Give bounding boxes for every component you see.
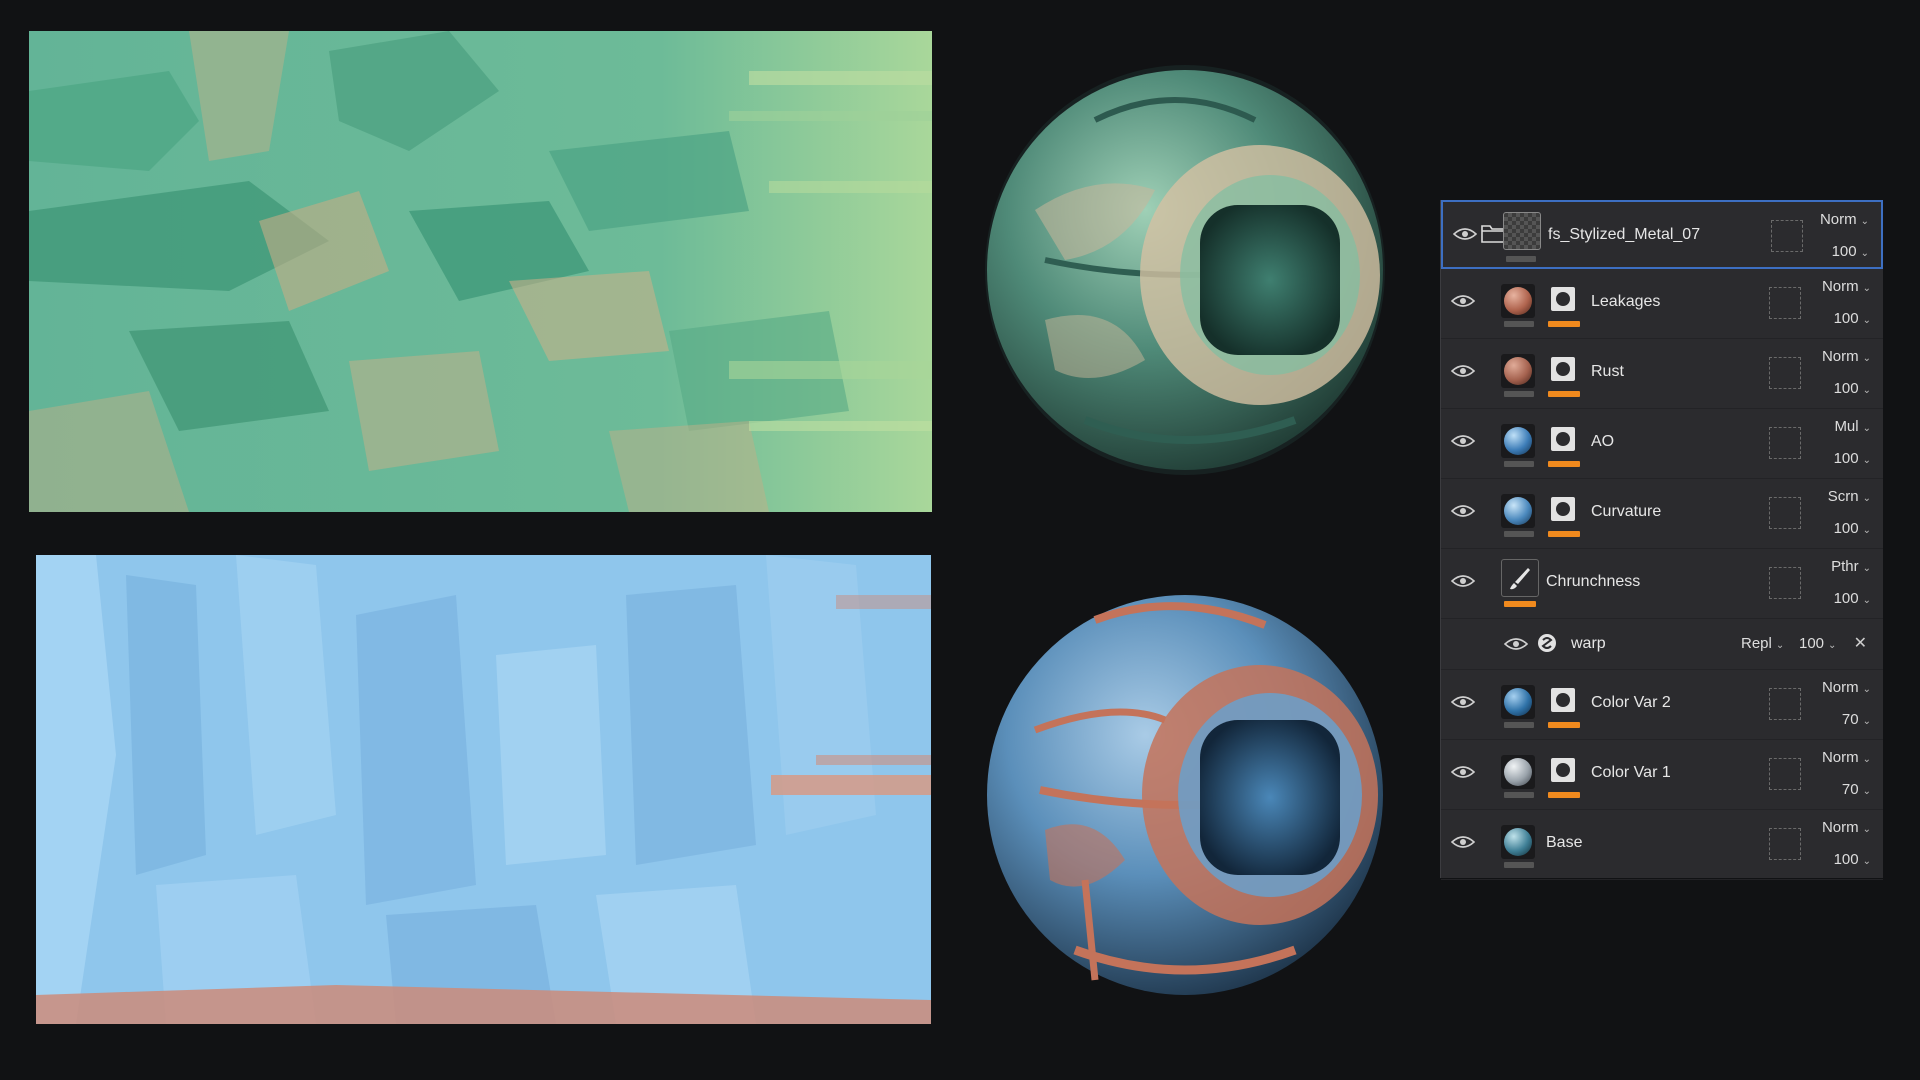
blend-preview-box — [1769, 828, 1801, 860]
layer-row-ao[interactable]: AO Mul ⌄ 100 ⌄ — [1441, 409, 1883, 479]
blend-mode-dropdown[interactable]: Norm ⌄ — [1822, 679, 1871, 696]
opacity-dropdown[interactable]: 100 ⌄ — [1834, 590, 1871, 607]
blue-metal-sphere — [975, 580, 1395, 1020]
thumb-underline — [1504, 531, 1534, 537]
layer-name[interactable]: AO — [1591, 433, 1614, 451]
layer-name[interactable]: Curvature — [1591, 503, 1661, 521]
visibility-eye-icon[interactable] — [1451, 293, 1475, 309]
opacity-dropdown[interactable]: 100 ⌄ — [1834, 310, 1871, 327]
effect-blend-dropdown[interactable]: Repl ⌄ — [1741, 635, 1784, 652]
layer-row-curvature[interactable]: Curvature Scrn ⌄ 100 ⌄ — [1441, 479, 1883, 549]
layer-row-base[interactable]: Base Norm ⌄ 100 ⌄ — [1441, 810, 1883, 880]
layer-row-leakages[interactable]: Leakages Norm ⌄ 100 ⌄ — [1441, 269, 1883, 339]
close-icon[interactable]: ✕ — [1854, 633, 1867, 653]
visibility-eye-icon[interactable] — [1451, 764, 1475, 780]
blue-texture-preview — [36, 555, 931, 1024]
blend-mode-dropdown[interactable]: Norm ⌄ — [1822, 819, 1871, 836]
mask-underline — [1548, 792, 1580, 798]
green-texture-preview — [29, 31, 932, 512]
blend-preview-box — [1769, 357, 1801, 389]
thumb-underline — [1504, 461, 1534, 467]
mask-icon[interactable] — [1548, 755, 1578, 785]
layer-row-group[interactable]: fs_Stylized_Metal_07 Norm ⌄ 100 ⌄ — [1441, 200, 1883, 269]
layer-stack-panel: fs_Stylized_Metal_07 Norm ⌄ 100 ⌄ Leakages… — [1440, 200, 1883, 880]
material-thumbnail — [1501, 354, 1535, 388]
blend-mode-dropdown[interactable]: Norm ⌄ — [1820, 211, 1869, 228]
visibility-eye-icon[interactable] — [1451, 503, 1475, 519]
opacity-dropdown[interactable]: 100 ⌄ — [1832, 243, 1869, 260]
effect-name[interactable]: warp — [1571, 635, 1606, 653]
layer-row-rust[interactable]: Rust Norm ⌄ 100 ⌄ — [1441, 339, 1883, 409]
thumb-underline — [1504, 792, 1534, 798]
group-thumbnail — [1503, 212, 1541, 250]
material-thumbnail — [1501, 825, 1535, 859]
mask-underline — [1548, 722, 1580, 728]
group-thumb-underline — [1506, 256, 1536, 262]
effect-visibility-eye-icon[interactable] — [1504, 636, 1528, 652]
blend-preview-box — [1769, 688, 1801, 720]
blend-mode-dropdown[interactable]: Pthr ⌄ — [1831, 558, 1871, 575]
layer-name[interactable]: fs_Stylized_Metal_07 — [1548, 226, 1700, 244]
visibility-eye-icon[interactable] — [1451, 363, 1475, 379]
thumb-underline — [1504, 722, 1534, 728]
mask-underline — [1548, 391, 1580, 397]
layer-name[interactable]: Color Var 1 — [1591, 764, 1671, 782]
opacity-dropdown[interactable]: 100 ⌄ — [1834, 851, 1871, 868]
paint-underline — [1504, 601, 1536, 607]
blend-preview-box — [1769, 567, 1801, 599]
green-metal-sphere — [975, 60, 1395, 500]
opacity-dropdown[interactable]: 70 ⌄ — [1842, 781, 1871, 798]
layer-row-color-var-2[interactable]: Color Var 2 Norm ⌄ 70 ⌄ — [1441, 670, 1883, 740]
blend-preview-box — [1771, 220, 1803, 252]
mask-icon[interactable] — [1548, 424, 1578, 454]
blend-mode-dropdown[interactable]: Norm ⌄ — [1822, 749, 1871, 766]
mask-underline — [1548, 461, 1580, 467]
mask-icon[interactable] — [1548, 354, 1578, 384]
visibility-eye-icon[interactable] — [1451, 834, 1475, 850]
blend-mode-dropdown[interactable]: Norm ⌄ — [1822, 278, 1871, 295]
blend-mode-dropdown[interactable]: Norm ⌄ — [1822, 348, 1871, 365]
opacity-dropdown[interactable]: 100 ⌄ — [1834, 450, 1871, 467]
thumb-underline — [1504, 391, 1534, 397]
mask-underline — [1548, 531, 1580, 537]
opacity-dropdown[interactable]: 70 ⌄ — [1842, 711, 1871, 728]
blend-preview-box — [1769, 427, 1801, 459]
layer-name[interactable]: Base — [1546, 834, 1582, 852]
blend-mode-dropdown[interactable]: Scrn ⌄ — [1828, 488, 1871, 505]
thumb-underline — [1504, 862, 1534, 868]
layer-name[interactable]: Leakages — [1591, 293, 1660, 311]
thumb-underline — [1504, 321, 1534, 327]
visibility-eye-icon[interactable] — [1451, 694, 1475, 710]
blend-preview-box — [1769, 287, 1801, 319]
material-thumbnail — [1501, 494, 1535, 528]
visibility-eye-icon[interactable] — [1453, 226, 1477, 242]
material-thumbnail — [1501, 685, 1535, 719]
mask-icon[interactable] — [1548, 685, 1578, 715]
effect-row-warp[interactable]: warp Repl ⌄ 100 ⌄ ✕ — [1441, 619, 1883, 670]
material-thumbnail — [1501, 424, 1535, 458]
mask-icon[interactable] — [1548, 284, 1578, 314]
layer-name[interactable]: Color Var 2 — [1591, 694, 1671, 712]
layer-name[interactable]: Chrunchness — [1546, 573, 1640, 591]
mask-underline — [1548, 321, 1580, 327]
blend-mode-dropdown[interactable]: Mul ⌄ — [1834, 418, 1871, 435]
blend-preview-box — [1769, 497, 1801, 529]
layer-name[interactable]: Rust — [1591, 363, 1624, 381]
opacity-dropdown[interactable]: 100 ⌄ — [1834, 520, 1871, 537]
warp-effect-icon — [1537, 633, 1557, 653]
effect-opacity-dropdown[interactable]: 100 ⌄ — [1799, 635, 1836, 652]
layer-row-chrunchness[interactable]: Chrunchness Pthr ⌄ 100 ⌄ — [1441, 549, 1883, 619]
layer-row-color-var-1[interactable]: Color Var 1 Norm ⌄ 70 ⌄ — [1441, 740, 1883, 810]
material-thumbnail — [1501, 284, 1535, 318]
blend-preview-box — [1769, 758, 1801, 790]
mask-icon[interactable] — [1548, 494, 1578, 524]
opacity-dropdown[interactable]: 100 ⌄ — [1834, 380, 1871, 397]
paint-brush-icon — [1501, 559, 1539, 597]
visibility-eye-icon[interactable] — [1451, 573, 1475, 589]
visibility-eye-icon[interactable] — [1451, 433, 1475, 449]
material-thumbnail — [1501, 755, 1535, 789]
